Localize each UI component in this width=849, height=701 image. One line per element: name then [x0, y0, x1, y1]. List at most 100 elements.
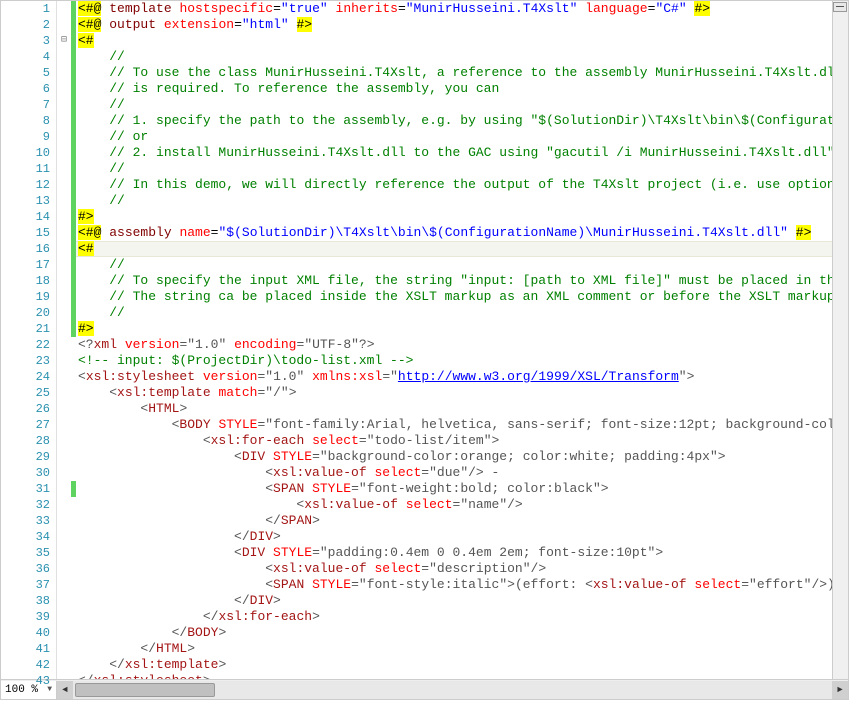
code-line[interactable]: <SPAN STYLE="font-weight:bold; color:bla…: [76, 481, 832, 497]
code-line[interactable]: // In this demo, we will directly refere…: [76, 177, 832, 193]
code-line[interactable]: // The string ca be placed inside the XS…: [76, 289, 832, 305]
fold-toggle: [57, 177, 71, 193]
code-line[interactable]: //: [76, 257, 832, 273]
line-number: 33: [1, 513, 50, 529]
line-number: 31: [1, 481, 50, 497]
fold-toggle: [57, 161, 71, 177]
code-line[interactable]: //: [76, 49, 832, 65]
line-number: 43: [1, 673, 50, 689]
fold-toggle: [57, 449, 71, 465]
fold-toggle: [57, 513, 71, 529]
code-line[interactable]: // 1. specify the path to the assembly, …: [76, 113, 832, 129]
code-line[interactable]: //: [76, 97, 832, 113]
scroll-strip[interactable]: [832, 1, 848, 679]
fold-toggle: [57, 481, 71, 497]
line-number: 15: [1, 225, 50, 241]
code-line[interactable]: // is required. To reference the assembl…: [76, 81, 832, 97]
code-line[interactable]: <DIV STYLE="background-color:orange; col…: [76, 449, 832, 465]
fold-toggle: [57, 433, 71, 449]
fold-toggle: [57, 289, 71, 305]
fold-toggle: [57, 321, 71, 337]
code-line[interactable]: // 2. install MunirHusseini.T4Xslt.dll t…: [76, 145, 832, 161]
fold-toggle: [57, 209, 71, 225]
code-line[interactable]: <xsl:value-of select="name"/>: [76, 497, 832, 513]
line-number: 26: [1, 401, 50, 417]
code-line[interactable]: <!-- input: $(ProjectDir)\todo-list.xml …: [76, 353, 832, 369]
code-line[interactable]: <xsl:value-of select="due"/> -: [76, 465, 832, 481]
code-line[interactable]: </xsl:stylesheet>: [76, 673, 832, 679]
fold-toggle[interactable]: ⊟: [57, 33, 71, 49]
fold-toggle: [57, 81, 71, 97]
line-number: 37: [1, 577, 50, 593]
code-line[interactable]: <#@ template hostspecific="true" inherit…: [76, 1, 832, 17]
fold-column[interactable]: ⊟: [57, 1, 71, 679]
fold-toggle: [57, 401, 71, 417]
code-line[interactable]: <#: [76, 241, 832, 257]
code-line[interactable]: //: [76, 305, 832, 321]
code-line[interactable]: </xsl:template>: [76, 657, 832, 673]
line-number: 42: [1, 657, 50, 673]
code-area[interactable]: <#@ template hostspecific="true" inherit…: [76, 1, 832, 679]
code-line[interactable]: // To use the class MunirHusseini.T4Xslt…: [76, 65, 832, 81]
fold-toggle: [57, 385, 71, 401]
line-number: 22: [1, 337, 50, 353]
code-line[interactable]: // or: [76, 129, 832, 145]
fold-toggle: [57, 337, 71, 353]
fold-toggle: [57, 417, 71, 433]
fold-toggle: [57, 577, 71, 593]
fold-toggle: [57, 49, 71, 65]
code-line[interactable]: <xsl:for-each select="todo-list/item">: [76, 433, 832, 449]
code-line[interactable]: <BODY STYLE="font-family:Arial, helvetic…: [76, 417, 832, 433]
horizontal-scrollbar[interactable]: ◄ ►: [57, 681, 848, 699]
line-number: 21: [1, 321, 50, 337]
line-number: 9: [1, 129, 50, 145]
fold-toggle: [57, 225, 71, 241]
line-number: 14: [1, 209, 50, 225]
scroll-thumb[interactable]: [75, 683, 215, 697]
code-line[interactable]: //: [76, 161, 832, 177]
line-number: 3: [1, 33, 50, 49]
code-line[interactable]: <SPAN STYLE="font-style:italic">(effort:…: [76, 577, 832, 593]
code-line[interactable]: </SPAN>: [76, 513, 832, 529]
code-line[interactable]: </DIV>: [76, 593, 832, 609]
line-number: 32: [1, 497, 50, 513]
scroll-right-button[interactable]: ►: [832, 681, 848, 699]
code-line[interactable]: #>: [76, 209, 832, 225]
fold-toggle: [57, 305, 71, 321]
code-line[interactable]: <#@ output extension="html" #>: [76, 17, 832, 33]
code-line[interactable]: </DIV>: [76, 529, 832, 545]
code-editor[interactable]: 1234567891011121314151617181920212223242…: [0, 0, 849, 680]
code-line[interactable]: <#: [76, 33, 832, 49]
scroll-left-button[interactable]: ◄: [57, 681, 73, 699]
fold-toggle: [57, 625, 71, 641]
code-line[interactable]: </xsl:for-each>: [76, 609, 832, 625]
line-number: 17: [1, 257, 50, 273]
code-line[interactable]: #>: [76, 321, 832, 337]
line-number: 2: [1, 17, 50, 33]
line-number: 35: [1, 545, 50, 561]
fold-toggle: [57, 129, 71, 145]
line-number: 12: [1, 177, 50, 193]
line-number: 27: [1, 417, 50, 433]
code-line[interactable]: <DIV STYLE="padding:0.4em 0 0.4em 2em; f…: [76, 545, 832, 561]
code-line[interactable]: //: [76, 193, 832, 209]
code-line[interactable]: <HTML>: [76, 401, 832, 417]
code-line[interactable]: </BODY>: [76, 625, 832, 641]
fold-toggle: [57, 65, 71, 81]
code-line[interactable]: <#@ assembly name="$(SolutionDir)\T4Xslt…: [76, 225, 832, 241]
code-line[interactable]: // To specify the input XML file, the st…: [76, 273, 832, 289]
code-line[interactable]: <xsl:template match="/">: [76, 385, 832, 401]
fold-toggle: [57, 497, 71, 513]
split-handle-icon[interactable]: [833, 2, 847, 12]
code-line[interactable]: <xsl:value-of select="description"/>: [76, 561, 832, 577]
code-line[interactable]: <xsl:stylesheet version="1.0" xmlns:xsl=…: [76, 369, 832, 385]
line-number: 13: [1, 193, 50, 209]
fold-toggle: [57, 273, 71, 289]
fold-toggle: [57, 609, 71, 625]
fold-toggle: [57, 113, 71, 129]
code-line[interactable]: <?xml version="1.0" encoding="UTF-8"?>: [76, 337, 832, 353]
fold-toggle: [57, 145, 71, 161]
code-line[interactable]: </HTML>: [76, 641, 832, 657]
line-number: 11: [1, 161, 50, 177]
line-number: 6: [1, 81, 50, 97]
